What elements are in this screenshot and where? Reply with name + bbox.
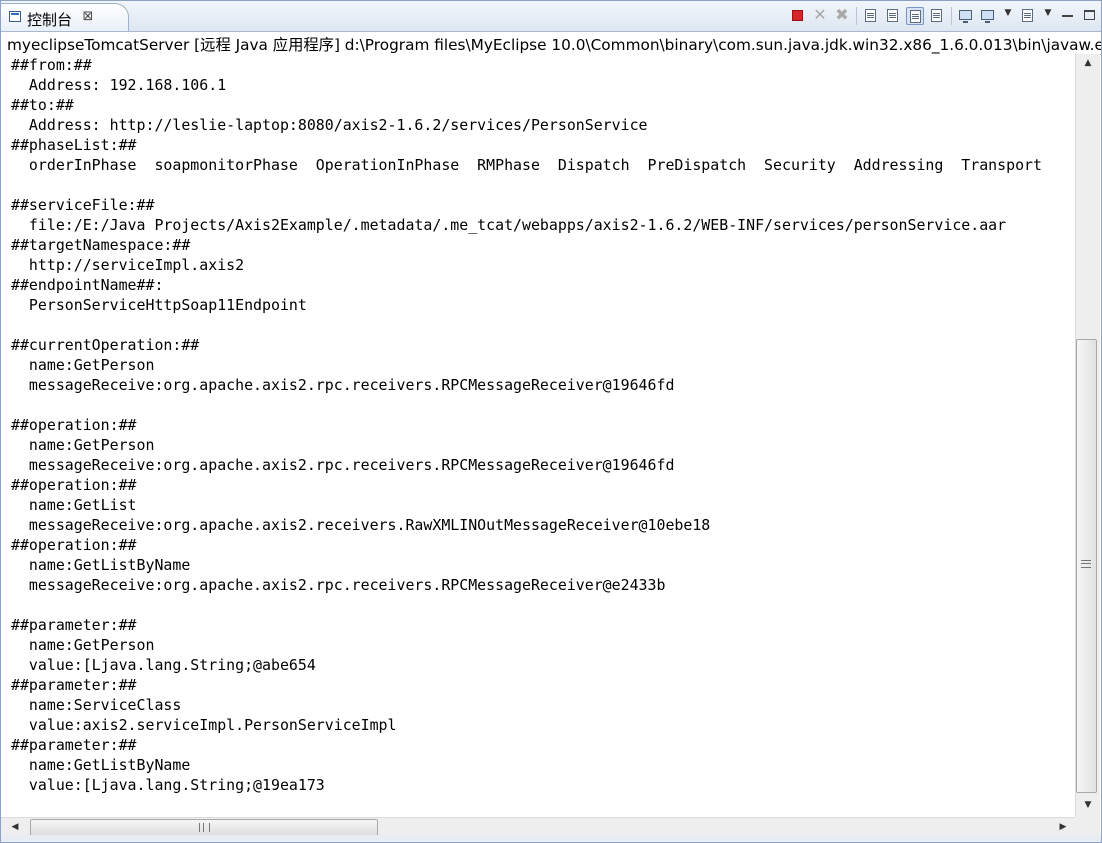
tab-console[interactable]: 控制台 ⊠: [1, 3, 129, 31]
display-console-dropdown[interactable]: ▼: [1001, 7, 1015, 25]
console-line: value:[Ljava.lang.String;@19ea173: [11, 776, 325, 794]
console-line: ##operation:##: [11, 476, 137, 494]
open-console-dropdown[interactable]: ▼: [1041, 7, 1055, 25]
remove-x-icon: ✕: [813, 5, 827, 24]
clear-console-button[interactable]: [862, 7, 880, 25]
console-icon: [9, 11, 21, 22]
console-line: http://serviceImpl.axis2: [11, 256, 245, 274]
show-on-stderr-button[interactable]: [928, 7, 946, 25]
console-line: ##serviceFile:##: [11, 196, 155, 214]
maximize-icon: [1084, 10, 1095, 20]
view-bottom-border: [1, 835, 1101, 842]
scroll-down-arrow-icon[interactable]: ▼: [1079, 797, 1097, 813]
console-line: name:GetPerson: [11, 636, 155, 654]
scroll-lock-icon: [887, 9, 898, 22]
console-line: ##parameter:##: [11, 616, 137, 634]
chevron-down-icon: ▼: [1044, 8, 1052, 18]
console-line: name:GetListByName: [11, 756, 191, 774]
console-line: Address: 192.168.106.1: [11, 76, 227, 94]
console-line: ##from:##: [11, 56, 92, 74]
stderr-icon: [931, 9, 942, 22]
console-toolbar: ✕ ✖ ▼ ▼: [787, 5, 1101, 27]
console-line: ##phaseList:##: [11, 136, 137, 154]
display-selected-console-button[interactable]: [979, 7, 997, 25]
console-line: Address: http://leslie-laptop:8080/axis2…: [11, 116, 648, 134]
pin-console-button[interactable]: [957, 7, 975, 25]
view-tab-strip: 控制台 ⊠ ✕ ✖ ▼ ▼: [1, 1, 1101, 32]
clear-console-icon: [865, 9, 876, 22]
console-line: ##to:##: [11, 96, 74, 114]
toolbar-separator: [856, 7, 857, 25]
remove-all-terminated-button[interactable]: ✖: [833, 5, 851, 25]
console-line: name:GetList: [11, 496, 137, 514]
console-line: messageReceive:org.apache.axis2.rpc.rece…: [11, 376, 675, 394]
tab-console-label: 控制台: [27, 11, 73, 29]
process-title-bar: myeclipseTomcatServer [远程 Java 应用程序] d:\…: [1, 32, 1101, 55]
console-line: ##operation:##: [11, 416, 137, 434]
console-line: name:GetPerson: [11, 436, 155, 454]
console-line: orderInPhase soapmonitorPhase OperationI…: [11, 156, 1042, 174]
console-line: ##operation:##: [11, 536, 137, 554]
console-line: PersonServiceHttpSoap11Endpoint: [11, 296, 307, 314]
console-line: file:/E:/Java Projects/Axis2Example/.met…: [11, 216, 1007, 234]
console-line: ##endpointName##:: [11, 276, 164, 294]
stop-icon: [792, 10, 803, 21]
display-console-icon: [981, 10, 994, 23]
view-menu-button[interactable]: [1059, 7, 1077, 25]
open-console-button[interactable]: [1019, 7, 1037, 25]
console-output[interactable]: ##from:## Address: 192.168.106.1 ##to:## …: [1, 54, 1075, 817]
console-line: ##currentOperation:##: [11, 336, 200, 354]
console-line: name:GetPerson: [11, 356, 155, 374]
console-line: name:GetListByName: [11, 556, 191, 574]
console-line: value:[Ljava.lang.String;@abe654: [11, 656, 316, 674]
scroll-lock-button[interactable]: [884, 7, 902, 25]
horizontal-scroll-thumb[interactable]: [30, 819, 378, 836]
scroll-left-arrow-icon[interactable]: ◀: [7, 819, 23, 835]
close-icon[interactable]: ⊠: [81, 9, 95, 24]
console-line: messageReceive:org.apache.axis2.rpc.rece…: [11, 456, 675, 474]
show-on-stdout-button[interactable]: [906, 7, 924, 25]
scroll-up-arrow-icon[interactable]: ▲: [1079, 55, 1097, 71]
chevron-down-icon: ▼: [1004, 8, 1012, 18]
pin-icon: [959, 10, 972, 23]
console-view: 控制台 ⊠ ✕ ✖ ▼ ▼ myeclipseTomcatServer [远程 …: [0, 0, 1102, 843]
grip-icon: [199, 823, 210, 832]
remove-launch-button[interactable]: ✕: [811, 5, 829, 25]
console-line: messageReceive:org.apache.axis2.receiver…: [11, 516, 711, 534]
vertical-scroll-thumb[interactable]: [1076, 339, 1097, 793]
console-line: messageReceive:org.apache.axis2.rpc.rece…: [11, 576, 666, 594]
scroll-right-arrow-icon[interactable]: ▶: [1055, 819, 1071, 835]
terminate-button[interactable]: [789, 7, 807, 25]
console-line: name:ServiceClass: [11, 696, 182, 714]
open-console-icon: [1022, 9, 1033, 22]
stdout-icon: [910, 10, 921, 23]
minimize-icon: [1062, 15, 1073, 17]
maximize-button[interactable]: [1081, 7, 1099, 25]
horizontal-scrollbar[interactable]: ◀ ▶: [1, 817, 1075, 836]
process-title: myeclipseTomcatServer [远程 Java 应用程序] d:\…: [7, 36, 1101, 54]
toolbar-separator: [951, 7, 952, 25]
grip-icon: [1081, 560, 1091, 568]
scrollbar-corner: [1075, 817, 1100, 835]
remove-all-icon: ✖: [835, 5, 849, 24]
vertical-scrollbar[interactable]: ▲ ▼: [1075, 54, 1100, 817]
console-line: ##parameter:##: [11, 676, 137, 694]
console-line: ##targetNamespace:##: [11, 236, 191, 254]
console-line: ##parameter:##: [11, 736, 137, 754]
console-line: value:axis2.serviceImpl.PersonServiceImp…: [11, 716, 397, 734]
